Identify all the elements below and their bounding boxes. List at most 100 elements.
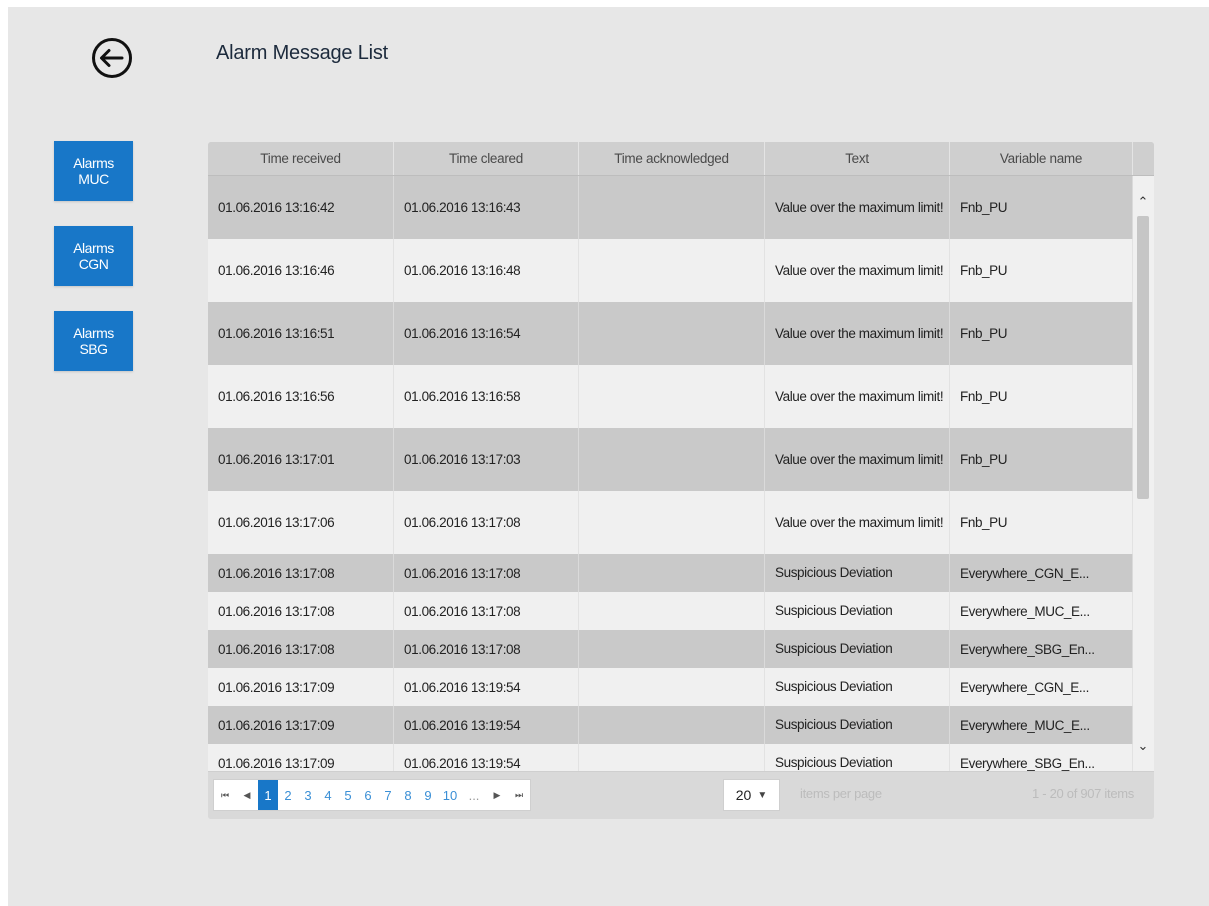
time-received-cell: 01.06.2016 13:17:08	[208, 630, 394, 668]
pager: ⏮ ◀ 1 2 3 4 5 6 7 8 9 10 ... ▶ ⏭ 20 ▼ it…	[208, 771, 1154, 819]
time-cleared-cell: 01.06.2016 13:17:08	[394, 554, 579, 592]
alarms-sbg-button[interactable]: Alarms SBG	[54, 311, 133, 371]
alarm-grid: Time received Time cleared Time acknowle…	[208, 142, 1154, 819]
time-cleared-cell: 01.06.2016 13:16:48	[394, 239, 579, 302]
variable-name-cell: Fnb_PU	[950, 428, 1133, 491]
table-row[interactable]: 01.06.2016 13:16:51 01.06.2016 13:16:54 Va…	[208, 302, 1133, 365]
page-button-10[interactable]: 10	[438, 780, 462, 810]
variable-name-cell: Fnb_PU	[950, 491, 1133, 554]
table-row[interactable]: 01.06.2016 13:17:09 01.06.2016 13:19:54 Su…	[208, 744, 1133, 771]
page-button-8[interactable]: 8	[398, 780, 418, 810]
column-header-variable-name[interactable]: Variable name	[950, 142, 1133, 175]
table-row[interactable]: 01.06.2016 13:17:09 01.06.2016 13:19:54 Su…	[208, 668, 1133, 706]
time-acknowledged-cell	[579, 592, 765, 630]
back-arrow-circle-icon	[92, 38, 132, 78]
time-acknowledged-cell	[579, 744, 765, 771]
column-header-time-acknowledged[interactable]: Time acknowledged	[579, 142, 765, 175]
time-cleared-cell: 01.06.2016 13:17:08	[394, 592, 579, 630]
text-cell: Value over the maximum limit!	[765, 239, 950, 302]
chevron-down-icon[interactable]: ⌄	[1135, 738, 1151, 754]
next-page-icon[interactable]: ▶	[486, 780, 508, 810]
table-row[interactable]: 01.06.2016 13:16:42 01.06.2016 13:16:43 Va…	[208, 176, 1133, 239]
time-cleared-cell: 01.06.2016 13:19:54	[394, 668, 579, 706]
caret-down-icon: ▼	[757, 789, 768, 801]
time-received-cell: 01.06.2016 13:16:46	[208, 239, 394, 302]
variable-name-cell: Everywhere_MUC_E...	[950, 706, 1133, 744]
variable-name-cell: Everywhere_SBG_En...	[950, 744, 1133, 771]
time-acknowledged-cell	[579, 491, 765, 554]
table-row[interactable]: 01.06.2016 13:16:46 01.06.2016 13:16:48 Va…	[208, 239, 1133, 302]
page-button-6[interactable]: 6	[358, 780, 378, 810]
time-received-cell: 01.06.2016 13:17:09	[208, 668, 394, 706]
items-count-info: 1 - 20 of 907 items	[1032, 786, 1134, 801]
time-cleared-cell: 01.06.2016 13:16:58	[394, 365, 579, 428]
page-button-3[interactable]: 3	[298, 780, 318, 810]
time-cleared-cell: 01.06.2016 13:16:54	[394, 302, 579, 365]
time-cleared-cell: 01.06.2016 13:17:08	[394, 491, 579, 554]
time-received-cell: 01.06.2016 13:16:56	[208, 365, 394, 428]
time-acknowledged-cell	[579, 706, 765, 744]
text-cell: Suspicious Deviation	[765, 630, 950, 668]
variable-name-cell: Fnb_PU	[950, 302, 1133, 365]
back-button[interactable]	[90, 36, 134, 80]
vertical-scrollbar[interactable]: ⌃ ⌄	[1133, 176, 1154, 771]
scrollbar-thumb[interactable]	[1137, 216, 1149, 499]
time-received-cell: 01.06.2016 13:16:42	[208, 176, 394, 239]
text-cell: Suspicious Deviation	[765, 668, 950, 706]
page-button-7[interactable]: 7	[378, 780, 398, 810]
chevron-up-icon[interactable]: ⌃	[1135, 194, 1151, 210]
time-cleared-cell: 01.06.2016 13:17:03	[394, 428, 579, 491]
variable-name-cell: Fnb_PU	[950, 239, 1133, 302]
variable-name-cell: Everywhere_SBG_En...	[950, 630, 1133, 668]
text-cell: Suspicious Deviation	[765, 706, 950, 744]
text-cell: Value over the maximum limit!	[765, 365, 950, 428]
variable-name-cell: Everywhere_MUC_E...	[950, 592, 1133, 630]
time-acknowledged-cell	[579, 630, 765, 668]
time-received-cell: 01.06.2016 13:17:09	[208, 706, 394, 744]
time-received-cell: 01.06.2016 13:17:06	[208, 491, 394, 554]
time-acknowledged-cell	[579, 239, 765, 302]
first-page-icon[interactable]: ⏮	[214, 780, 236, 810]
time-received-cell: 01.06.2016 13:16:51	[208, 302, 394, 365]
page-button-5[interactable]: 5	[338, 780, 358, 810]
time-received-cell: 01.06.2016 13:17:09	[208, 744, 394, 771]
time-received-cell: 01.06.2016 13:17:08	[208, 592, 394, 630]
page-size-select[interactable]: 20 ▼	[723, 779, 780, 811]
table-row[interactable]: 01.06.2016 13:17:09 01.06.2016 13:19:54 Su…	[208, 706, 1133, 744]
table-row[interactable]: 01.06.2016 13:17:08 01.06.2016 13:17:08 Su…	[208, 592, 1133, 630]
text-cell: Value over the maximum limit!	[765, 176, 950, 239]
text-cell: Value over the maximum limit!	[765, 491, 950, 554]
time-acknowledged-cell	[579, 668, 765, 706]
prev-page-icon[interactable]: ◀	[236, 780, 258, 810]
time-cleared-cell: 01.06.2016 13:17:08	[394, 630, 579, 668]
variable-name-cell: Fnb_PU	[950, 176, 1133, 239]
page-ellipsis[interactable]: ...	[462, 780, 486, 810]
text-cell: Suspicious Deviation	[765, 744, 950, 771]
alarms-cgn-button[interactable]: Alarms CGN	[54, 226, 133, 286]
variable-name-cell: Everywhere_CGN_E...	[950, 668, 1133, 706]
time-acknowledged-cell	[579, 176, 765, 239]
table-row[interactable]: 01.06.2016 13:17:08 01.06.2016 13:17:08 Su…	[208, 554, 1133, 592]
page-button-1[interactable]: 1	[258, 780, 278, 810]
table-row[interactable]: 01.06.2016 13:16:56 01.06.2016 13:16:58 Va…	[208, 365, 1133, 428]
column-header-time-received[interactable]: Time received	[208, 142, 394, 175]
page-size-value: 20	[735, 787, 752, 803]
text-cell: Suspicious Deviation	[765, 554, 950, 592]
pager-buttons: ⏮ ◀ 1 2 3 4 5 6 7 8 9 10 ... ▶ ⏭	[213, 779, 531, 811]
column-header-time-cleared[interactable]: Time cleared	[394, 142, 579, 175]
table-row[interactable]: 01.06.2016 13:17:06 01.06.2016 13:17:08 Va…	[208, 491, 1133, 554]
alarms-muc-button[interactable]: Alarms MUC	[54, 141, 133, 201]
grid-body: 01.06.2016 13:16:42 01.06.2016 13:16:43 Va…	[208, 176, 1133, 771]
time-received-cell: 01.06.2016 13:17:01	[208, 428, 394, 491]
table-row[interactable]: 01.06.2016 13:17:08 01.06.2016 13:17:08 Su…	[208, 630, 1133, 668]
page-button-9[interactable]: 9	[418, 780, 438, 810]
time-acknowledged-cell	[579, 365, 765, 428]
page-button-4[interactable]: 4	[318, 780, 338, 810]
column-header-text[interactable]: Text	[765, 142, 950, 175]
page-button-2[interactable]: 2	[278, 780, 298, 810]
last-page-icon[interactable]: ⏭	[508, 780, 530, 810]
text-cell: Value over the maximum limit!	[765, 428, 950, 491]
variable-name-cell: Everywhere_CGN_E...	[950, 554, 1133, 592]
header-scroll-spacer	[1133, 142, 1154, 175]
table-row[interactable]: 01.06.2016 13:17:01 01.06.2016 13:17:03 Va…	[208, 428, 1133, 491]
